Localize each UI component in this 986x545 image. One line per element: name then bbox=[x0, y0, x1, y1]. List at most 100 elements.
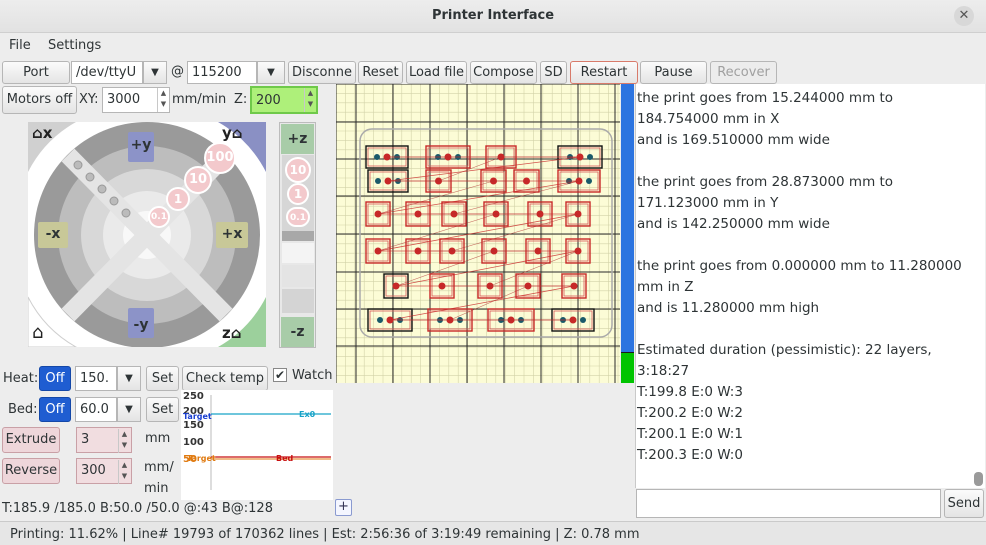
z-label: Z: bbox=[234, 92, 248, 107]
z-step-1-badge[interactable]: 1 bbox=[287, 183, 309, 205]
bed-dropdown-icon[interactable]: ▼ bbox=[117, 397, 141, 422]
z-step-down-3[interactable] bbox=[282, 289, 314, 313]
watch-checkbox[interactable]: ✔ bbox=[273, 368, 287, 382]
layer-progress-bar bbox=[621, 84, 634, 383]
bed-set-button[interactable]: Set bbox=[146, 397, 179, 422]
xy-spin-icon[interactable]: ▲ ▼ bbox=[157, 88, 169, 112]
preview-canvas bbox=[336, 84, 620, 383]
temperature-graph: 250 200 150 100 50 Target Ex0 Target Bed bbox=[181, 390, 333, 500]
step-100-badge[interactable]: 100 bbox=[204, 142, 236, 174]
speed-unit-bottom: min bbox=[144, 481, 169, 496]
motors-off-button[interactable]: Motors off bbox=[2, 86, 77, 114]
z-plus-button[interactable]: +z bbox=[281, 124, 314, 154]
check-temp-button[interactable]: Check temp bbox=[182, 366, 268, 391]
port-combo[interactable]: /dev/ttyU bbox=[71, 61, 143, 84]
heat-set-button[interactable]: Set bbox=[146, 366, 179, 391]
home-all-icon[interactable]: ⌂ bbox=[32, 322, 43, 343]
log-line: the print goes from 15.244000 mm to bbox=[637, 90, 894, 106]
log-line: T:199.8 E:0 W:3 bbox=[637, 384, 743, 400]
graph-bed-target-label: Target bbox=[187, 454, 216, 463]
log-line: 184.754000 mm in X bbox=[637, 111, 780, 127]
compose-button[interactable]: Compose bbox=[470, 61, 537, 84]
z-step-down-2[interactable] bbox=[282, 265, 314, 287]
recover-button[interactable]: Recover bbox=[710, 61, 777, 84]
baud-combo[interactable]: 115200 bbox=[187, 61, 257, 84]
log-line: and is 11.280000 mm high bbox=[637, 300, 820, 316]
graph-tick-100: 100 bbox=[183, 437, 204, 448]
log-line: 3:18:27 bbox=[637, 363, 690, 379]
extrude-spin-icon[interactable]: ▲ ▼ bbox=[118, 429, 130, 453]
log-line: 171.123000 mm in Y bbox=[637, 195, 779, 211]
home-z-icon[interactable]: z⌂ bbox=[222, 324, 241, 342]
menu-bar: File Settings bbox=[0, 34, 986, 58]
layer-progress-fill bbox=[621, 352, 634, 383]
log-scroll-thumb[interactable] bbox=[974, 472, 983, 486]
z-spin-icon[interactable]: ▲ ▼ bbox=[304, 88, 316, 112]
printer-window: Printer Interface ✕ File Settings Port /… bbox=[0, 0, 986, 545]
watch-label: Watch bbox=[292, 368, 333, 383]
log-line: T:200.3 E:0 W:0 bbox=[637, 447, 743, 463]
minus-x-button[interactable]: -x bbox=[38, 222, 68, 248]
log-line: Estimated duration (pessimistic): 22 lay… bbox=[637, 342, 932, 358]
reset-button[interactable]: Reset bbox=[358, 61, 403, 84]
heat-label: Heat: bbox=[3, 371, 39, 386]
step-0-1-badge[interactable]: 0.1 bbox=[148, 206, 170, 228]
load-file-button[interactable]: Load file bbox=[406, 61, 467, 84]
port-dropdown-icon[interactable]: ▼ bbox=[143, 61, 167, 84]
graph-bed-label: Bed bbox=[276, 454, 294, 463]
xy-label: XY: bbox=[79, 92, 99, 107]
log-panel: the print goes from 15.244000 mm to 184.7… bbox=[635, 84, 985, 488]
extrude-speed-spin-icon[interactable]: ▲ ▼ bbox=[118, 460, 130, 484]
print-preview[interactable] bbox=[336, 84, 620, 383]
z-jog-strip: +z 10 1 0.1 -z bbox=[279, 122, 316, 348]
at-label: @ bbox=[171, 64, 184, 79]
home-y-icon[interactable]: y⌂ bbox=[222, 124, 243, 142]
pause-button[interactable]: Pause bbox=[640, 61, 707, 84]
bed-off-button[interactable]: Off bbox=[39, 397, 71, 422]
log-line: and is 142.250000 mm wide bbox=[637, 216, 830, 232]
reverse-button[interactable]: Reverse bbox=[2, 458, 60, 484]
bed-label: Bed: bbox=[8, 402, 38, 417]
title-bar: Printer Interface bbox=[0, 0, 986, 33]
log-line: mm in Z bbox=[637, 279, 694, 295]
xy-unit: mm/min bbox=[172, 92, 227, 107]
extrude-unit: mm bbox=[145, 431, 171, 446]
z-step-0-1-badge[interactable]: 0.1 bbox=[286, 207, 310, 227]
home-x-icon[interactable]: ⌂x bbox=[32, 124, 52, 142]
z-minus-button[interactable]: -z bbox=[281, 317, 314, 347]
sd-button[interactable]: SD bbox=[540, 61, 567, 84]
graph-ex0-label: Ex0 bbox=[299, 410, 316, 419]
command-input[interactable] bbox=[636, 489, 941, 518]
heat-off-button[interactable]: Off bbox=[39, 366, 71, 391]
plus-x-button[interactable]: +x bbox=[216, 222, 248, 248]
restart-button[interactable]: Restart bbox=[570, 61, 638, 84]
send-button[interactable]: Send bbox=[944, 489, 984, 518]
z-step-10-badge[interactable]: 10 bbox=[285, 157, 311, 183]
window-title: Printer Interface bbox=[431, 8, 555, 23]
status-text: Printing: 11.62% | Line# 19793 of 170362… bbox=[10, 527, 640, 542]
log-line: the print goes from 28.873000 mm to bbox=[637, 174, 894, 190]
heat-temp-combo[interactable]: 150. bbox=[75, 366, 117, 391]
step-10-badge[interactable]: 10 bbox=[184, 166, 212, 194]
menu-file[interactable]: File bbox=[9, 38, 31, 53]
plus-small-button[interactable]: + bbox=[335, 499, 352, 516]
status-bar: Printing: 11.62% | Line# 19793 of 170362… bbox=[0, 521, 986, 545]
extrude-button[interactable]: Extrude bbox=[2, 427, 60, 453]
menu-settings[interactable]: Settings bbox=[48, 38, 101, 53]
close-icon[interactable]: ✕ bbox=[954, 6, 974, 26]
graph-target-label: Target bbox=[183, 412, 212, 421]
baud-dropdown-icon[interactable]: ▼ bbox=[257, 61, 285, 84]
port-button[interactable]: Port bbox=[2, 61, 70, 84]
log-line: and is 169.510000 mm wide bbox=[637, 132, 830, 148]
log-line: T:200.2 E:0 W:2 bbox=[637, 405, 743, 421]
plus-y-button[interactable]: +y bbox=[128, 132, 154, 162]
disconnect-button[interactable]: Disconne bbox=[288, 61, 356, 84]
log-line: the print goes from 0.000000 mm to 11.28… bbox=[637, 258, 962, 274]
graph-tick-250: 250 bbox=[183, 391, 204, 402]
step-1-badge[interactable]: 1 bbox=[166, 187, 190, 211]
bed-temp-combo[interactable]: 60.0 bbox=[75, 397, 117, 422]
speed-unit-top: mm/ bbox=[144, 460, 174, 475]
heat-dropdown-icon[interactable]: ▼ bbox=[117, 366, 141, 391]
z-step-down-1[interactable] bbox=[282, 243, 314, 263]
minus-y-button[interactable]: -y bbox=[128, 308, 154, 338]
